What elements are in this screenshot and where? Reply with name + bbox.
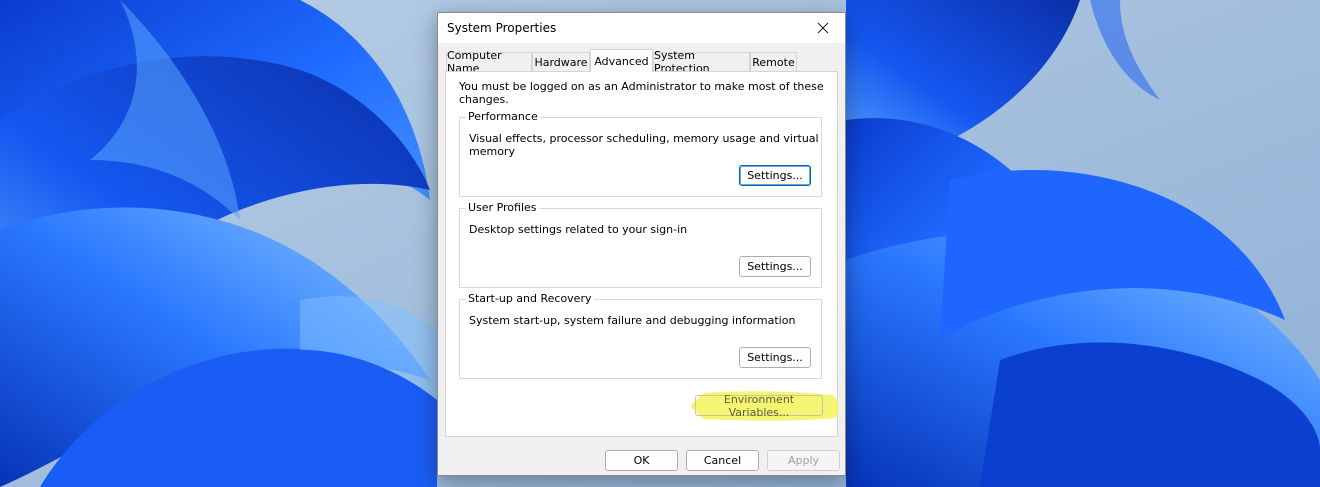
performance-group: Performance Visual effects, processor sc…: [459, 110, 822, 197]
startup-recovery-label: Start-up and Recovery: [466, 292, 594, 305]
apply-button[interactable]: Apply: [767, 450, 840, 471]
tab-system-protection[interactable]: System Protection: [653, 49, 750, 75]
performance-description: Visual effects, processor scheduling, me…: [469, 132, 819, 158]
window-title: System Properties: [447, 21, 557, 35]
user-profiles-settings-button[interactable]: Settings...: [739, 256, 811, 277]
performance-label: Performance: [466, 110, 540, 123]
startup-recovery-description: System start-up, system failure and debu…: [469, 314, 796, 327]
startup-recovery-settings-button[interactable]: Settings...: [739, 347, 811, 368]
environment-variables-button[interactable]: Environment Variables...: [695, 393, 823, 419]
user-profiles-description: Desktop settings related to your sign-in: [469, 223, 688, 236]
tab-advanced[interactable]: Advanced: [590, 49, 653, 72]
close-icon: [817, 22, 829, 34]
startup-recovery-group: Start-up and Recovery System start-up, s…: [459, 292, 822, 379]
tab-remote[interactable]: Remote: [750, 52, 797, 71]
admin-note: You must be logged on as an Administrato…: [459, 80, 824, 106]
tab-hardware[interactable]: Hardware: [532, 52, 590, 71]
user-profiles-label: User Profiles: [466, 201, 539, 214]
close-button[interactable]: [801, 13, 845, 43]
ok-button[interactable]: OK: [605, 450, 678, 471]
cancel-button[interactable]: Cancel: [686, 450, 759, 471]
advanced-tab-panel: You must be logged on as an Administrato…: [445, 71, 839, 437]
system-properties-dialog: System Properties Computer Name Hardware…: [437, 12, 846, 476]
user-profiles-group: User Profiles Desktop settings related t…: [459, 201, 822, 288]
tab-computer-name[interactable]: Computer Name: [446, 49, 532, 75]
title-bar[interactable]: System Properties: [438, 13, 845, 43]
performance-settings-button[interactable]: Settings...: [739, 165, 811, 186]
